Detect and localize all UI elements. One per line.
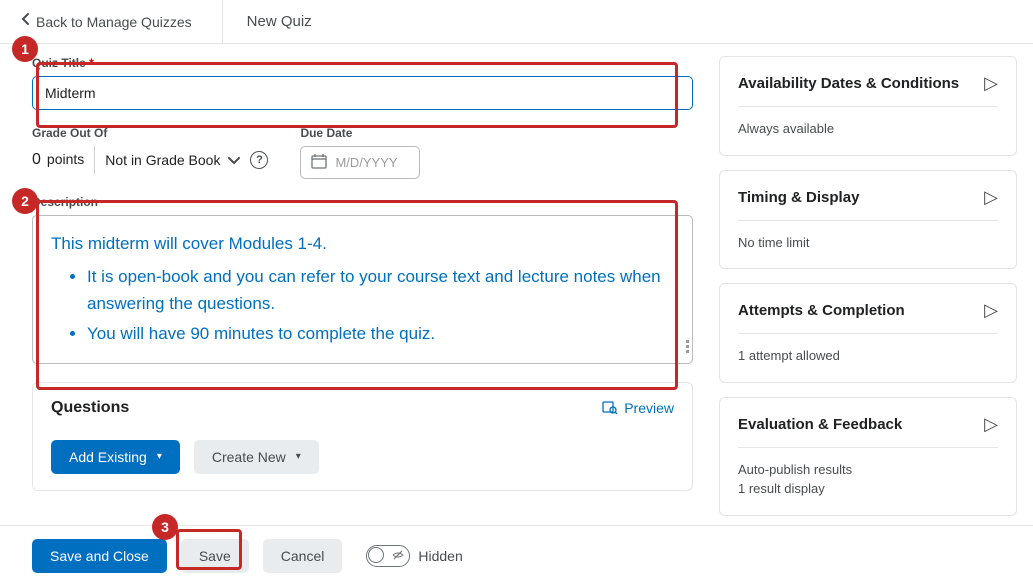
panel-timing: Timing & Display ▷ No time limit	[719, 170, 1017, 270]
chevron-right-icon: ▷	[984, 300, 998, 321]
description-editor[interactable]: This midterm will cover Modules 1-4. It …	[32, 215, 693, 364]
chevron-down-icon: ▾	[157, 451, 162, 462]
resize-handle[interactable]	[686, 340, 690, 356]
panel-evaluation: Evaluation & Feedback ▷ Auto-publish res…	[719, 397, 1017, 516]
quiz-title-group: Quiz Title *	[32, 56, 693, 110]
quiz-title-input[interactable]	[32, 76, 693, 110]
preview-link[interactable]: Preview	[602, 399, 674, 418]
preview-icon	[602, 399, 618, 418]
description-bullet: It is open-book and you can refer to you…	[87, 263, 674, 317]
create-new-button[interactable]: Create New ▾	[194, 440, 319, 474]
panel-body: 1 attempt allowed	[738, 346, 998, 366]
description-label: Description	[32, 195, 693, 209]
questions-heading: Questions	[51, 399, 129, 417]
back-link-label: Back to Manage Quizzes	[36, 14, 192, 30]
grade-book-dropdown[interactable]: Not in Grade Book	[105, 152, 240, 168]
main-form: Quiz Title * Grade Out Of 0 points Not i…	[0, 44, 709, 525]
due-date-placeholder: M/D/YYYY	[335, 155, 397, 170]
panel-body: No time limit	[738, 233, 998, 253]
panel-availability: Availability Dates & Conditions ▷ Always…	[719, 56, 1017, 156]
chevron-right-icon: ▷	[984, 73, 998, 94]
description-bullet: You will have 90 minutes to complete the…	[87, 320, 674, 347]
panel-header-availability[interactable]: Availability Dates & Conditions ▷	[738, 73, 998, 107]
footer-bar: Save and Close Save Cancel Hidden	[0, 525, 1033, 585]
add-existing-button[interactable]: Add Existing ▾	[51, 440, 180, 474]
description-list: It is open-book and you can refer to you…	[51, 263, 674, 347]
save-and-close-button[interactable]: Save and Close	[32, 539, 167, 573]
due-date-input[interactable]: M/D/YYYY	[300, 146, 420, 179]
visibility-toggle[interactable]	[366, 545, 410, 567]
due-date-label: Due Date	[300, 126, 420, 140]
chevron-down-icon	[228, 152, 240, 168]
side-column: Availability Dates & Conditions ▷ Always…	[709, 44, 1033, 525]
panel-header-timing[interactable]: Timing & Display ▷	[738, 187, 998, 221]
description-intro: This midterm will cover Modules 1-4.	[51, 230, 674, 257]
chevron-right-icon: ▷	[984, 414, 998, 435]
questions-panel: Questions Preview Add Existing ▾ Create …	[32, 382, 693, 491]
chevron-left-icon	[20, 12, 30, 31]
hidden-icon	[392, 549, 404, 564]
page-title: New Quiz	[223, 13, 312, 30]
grade-label: Grade Out Of	[32, 126, 268, 140]
description-group: Description This midterm will cover Modu…	[32, 195, 693, 364]
calendar-icon	[311, 153, 327, 172]
grade-points: 0 points	[32, 151, 84, 169]
panel-body: Always available	[738, 119, 998, 139]
grade-group: Grade Out Of 0 points Not in Grade Book …	[32, 126, 268, 174]
chevron-right-icon: ▷	[984, 187, 998, 208]
visibility-label: Hidden	[418, 548, 462, 564]
cancel-button[interactable]: Cancel	[263, 539, 343, 573]
back-link[interactable]: Back to Manage Quizzes	[20, 0, 223, 43]
help-icon[interactable]: ?	[250, 151, 268, 169]
panel-header-evaluation[interactable]: Evaluation & Feedback ▷	[738, 414, 998, 448]
quiz-title-label: Quiz Title *	[32, 56, 693, 70]
panel-body: Auto-publish results 1 result display	[738, 460, 998, 499]
divider	[94, 146, 95, 174]
page-header: Back to Manage Quizzes New Quiz	[0, 0, 1033, 44]
panel-attempts: Attempts & Completion ▷ 1 attempt allowe…	[719, 283, 1017, 383]
chevron-down-icon: ▾	[296, 451, 301, 462]
save-button[interactable]: Save	[181, 539, 249, 573]
panel-header-attempts[interactable]: Attempts & Completion ▷	[738, 300, 998, 334]
due-date-group: Due Date M/D/YYYY	[300, 126, 420, 179]
visibility-toggle-wrap: Hidden	[366, 545, 462, 567]
